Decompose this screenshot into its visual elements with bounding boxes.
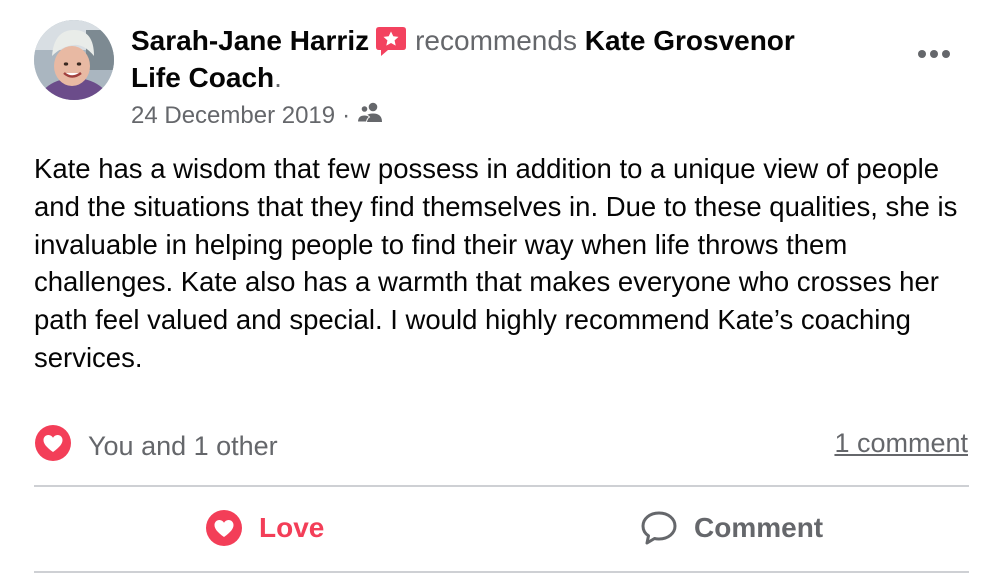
page-name-continued[interactable]: Life Coach: [131, 62, 274, 93]
header-period: .: [274, 62, 282, 93]
post-meta: 24 December 2019 ·: [131, 99, 383, 133]
avatar[interactable]: [34, 20, 114, 100]
author-name[interactable]: Sarah-Jane Harriz: [131, 25, 369, 56]
love-icon: [206, 510, 242, 546]
comment-button[interactable]: Comment: [640, 508, 823, 548]
love-button-label: Love: [259, 512, 325, 543]
page-name[interactable]: Kate Grosvenor: [585, 25, 795, 56]
comment-icon: [641, 511, 677, 545]
reaction-summary-text: You and 1 other: [88, 431, 278, 461]
divider-bottom: [34, 571, 969, 573]
recommends-text: recommends: [415, 25, 577, 56]
reaction-summary[interactable]: You and 1 other: [34, 424, 278, 469]
post-body-text: Kate has a wisdom that few possess in ad…: [34, 153, 958, 373]
friends-icon[interactable]: [357, 99, 383, 133]
ellipsis-icon: [918, 50, 950, 58]
love-reaction-icon: [34, 424, 72, 469]
recommendation-star-icon: [375, 25, 407, 57]
post-date[interactable]: 24 December 2019: [131, 99, 335, 133]
comment-button-label: Comment: [694, 512, 824, 543]
more-options-button[interactable]: [912, 38, 956, 70]
meta-separator: ·: [342, 102, 351, 129]
post-header-line2: Life Coach.: [131, 59, 282, 97]
divider: [34, 485, 969, 487]
love-button[interactable]: Love: [205, 508, 324, 548]
comments-count-link[interactable]: 1 comment: [834, 424, 968, 462]
post-header: Sarah-Jane Harriz recommends Kate Grosve…: [131, 22, 891, 60]
